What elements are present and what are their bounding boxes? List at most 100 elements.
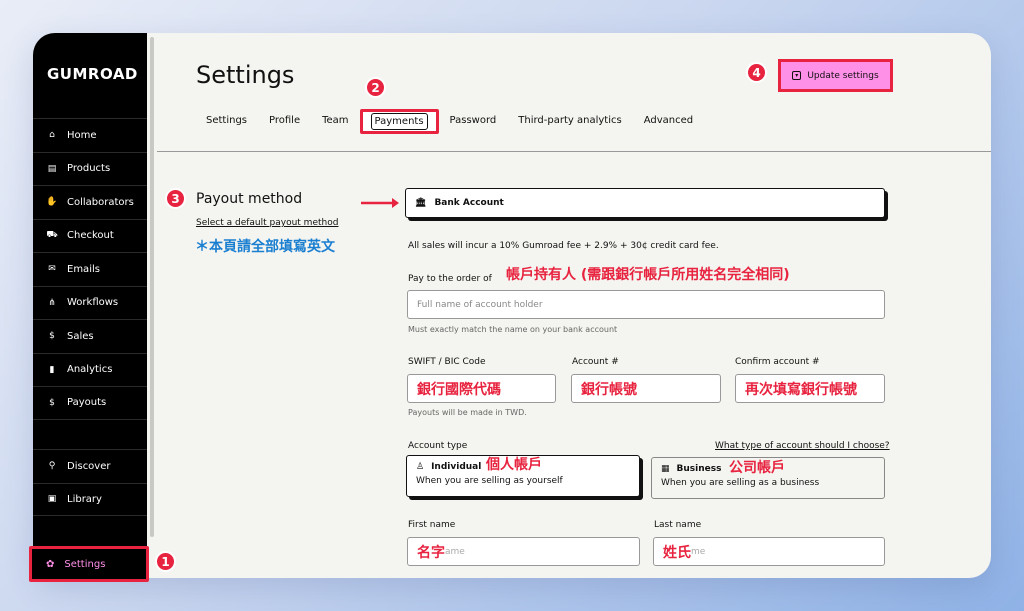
tab-settings[interactable]: Settings (195, 109, 258, 134)
step-badge-2: 2 (365, 77, 386, 98)
business-subtitle: When you are selling as a business (661, 478, 820, 488)
bank-icon: 🏛 (415, 198, 427, 208)
individual-subtitle: When you are selling as yourself (416, 476, 563, 486)
account-number-input[interactable]: 銀行帳號 (571, 374, 721, 403)
last-name-annotation: 姓氏 (663, 544, 691, 561)
sidebar-item-library[interactable]: ▣ Library (33, 482, 147, 516)
pay-to-label: Pay to the order of (408, 274, 492, 284)
handshake-icon: ✋ (46, 197, 58, 208)
account-holder-placeholder: Full name of account holder (417, 299, 543, 310)
step-badge-3: 3 (165, 188, 186, 209)
page-title: Settings (196, 61, 295, 89)
swift-input[interactable]: 銀行國際代碼 (407, 374, 556, 403)
account-holder-hint: Must exactly match the name on your bank… (408, 325, 618, 334)
account-type-label: Account type (408, 441, 468, 451)
sidebar-item-label: Payouts (67, 397, 107, 409)
sidebar-item-label: Sales (67, 330, 94, 342)
sidebar-item-payouts[interactable]: $ Payouts (33, 386, 147, 420)
sidebar-item-sales[interactable]: $ Sales (33, 319, 147, 353)
last-name-label: Last name (654, 520, 702, 530)
sidebar-item-workflows[interactable]: ⋔ Workflows (33, 285, 147, 320)
dollar-circle-icon: $ (49, 397, 55, 408)
tab-payments[interactable]: Payments (359, 109, 439, 134)
bank-account-label: Bank Account (434, 198, 504, 208)
bar-chart-icon: ▮ (49, 364, 55, 375)
sidebar-nav: ⌂ Home ▤ Products ✋ Collaborators ⛟ Chec… (33, 118, 147, 420)
scrollbar-thumb[interactable] (150, 37, 154, 537)
annotation-account-holder: 帳戶持有人 (需跟銀行帳戶所用姓名完全相同) (506, 267, 790, 283)
tab-advanced[interactable]: Advanced (633, 109, 704, 134)
update-settings-button[interactable]: ▾ Update settings (778, 59, 893, 92)
search-icon: ⚲ (48, 461, 56, 472)
flow-icon: ⋔ (48, 297, 56, 308)
sidebar-item-label: Analytics (67, 364, 113, 376)
annotation-fill-in-english: ＊本頁請全部填寫英文 (195, 239, 335, 255)
building-icon: ▦ (661, 464, 670, 474)
bank-account-option[interactable]: 🏛 Bank Account (405, 188, 885, 218)
account-number-label: Account # (572, 357, 619, 367)
tab-third-party-analytics[interactable]: Third-party analytics (507, 109, 632, 134)
sidebar-item-label: Products (67, 163, 111, 175)
fee-note: All sales will incur a 10% Gumroad fee +… (408, 241, 719, 251)
gear-icon: ✿ (46, 558, 55, 570)
sidebar-item-label: Collaborators (67, 196, 134, 208)
dollar-circle-icon: $ (49, 331, 55, 342)
last-name-placeholder: me (691, 546, 706, 557)
gumroad-logo[interactable]: GUMROAD (47, 65, 138, 83)
sidebar-item-label: Workflows (67, 297, 119, 309)
last-name-input[interactable]: 姓氏 me (653, 537, 885, 566)
sidebar-item-discover[interactable]: ⚲ Discover (33, 449, 147, 483)
sidebar-item-analytics[interactable]: ▮ Analytics (33, 352, 147, 387)
arrow-icon (361, 198, 399, 208)
header-divider (157, 151, 991, 152)
default-payout-link[interactable]: Select a default payout method (196, 218, 338, 228)
first-name-annotation: 名字 (417, 544, 445, 561)
payout-method-title: Payout method (196, 191, 303, 207)
update-settings-label: Update settings (807, 70, 879, 81)
sidebar-bottom-nav: ⚲ Discover ▣ Library (33, 449, 147, 516)
account-type-help-link[interactable]: What type of account should I choose? (715, 441, 890, 451)
sidebar-item-label: Emails (67, 263, 100, 275)
first-name-input[interactable]: 名字 ame (407, 537, 640, 566)
sidebar-item-label: Discover (67, 460, 111, 472)
sidebar-item-label: Checkout (67, 230, 114, 242)
archive-icon: ▤ (47, 163, 57, 174)
sidebar-item-checkout[interactable]: ⛟ Checkout (33, 218, 147, 253)
user-icon: ♙ (416, 462, 425, 472)
sidebar-item-label: Library (67, 493, 102, 505)
step-badge-1: 1 (155, 551, 176, 572)
settings-tabs: Settings Profile Team Payments Password … (195, 109, 704, 134)
confirm-account-input[interactable]: 再次填寫銀行帳號 (735, 374, 885, 403)
sidebar-item-label: Home (67, 129, 97, 141)
sidebar-item-products[interactable]: ▤ Products (33, 151, 147, 186)
save-icon: ▾ (792, 71, 802, 80)
swift-annotation: 銀行國際代碼 (417, 381, 501, 398)
sidebar-item-settings[interactable]: ✿ Settings (29, 546, 149, 582)
confirm-account-label: Confirm account # (735, 357, 820, 367)
cart-icon: ⛟ (46, 230, 58, 241)
sidebar-item-emails[interactable]: ✉ Emails (33, 252, 147, 286)
bookmark-icon: ▣ (47, 494, 57, 505)
annotation-individual: 個人帳戶 (486, 457, 542, 473)
tab-password[interactable]: Password (439, 109, 508, 134)
sidebar-item-home[interactable]: ⌂ Home (33, 118, 147, 152)
step-badge-4: 4 (746, 62, 767, 83)
confirm-account-annotation: 再次填寫銀行帳號 (745, 381, 857, 398)
app-window: GUMROAD ⌂ Home ▤ Products ✋ Collaborator… (33, 33, 991, 578)
first-name-label: First name (408, 520, 456, 530)
tab-team[interactable]: Team (311, 109, 359, 134)
account-holder-input[interactable]: Full name of account holder (407, 290, 885, 319)
individual-title: Individual (431, 462, 482, 472)
tab-payments-label: Payments (370, 113, 428, 130)
first-name-placeholder: ame (445, 546, 465, 557)
tab-profile[interactable]: Profile (258, 109, 311, 134)
sidebar-item-label: Settings (64, 558, 106, 570)
account-number-annotation: 銀行帳號 (581, 381, 637, 398)
sidebar: GUMROAD ⌂ Home ▤ Products ✋ Collaborator… (33, 33, 147, 578)
swift-label: SWIFT / BIC Code (408, 357, 486, 367)
annotation-business: 公司帳戶 (729, 460, 785, 476)
currency-hint: Payouts will be made in TWD. (408, 408, 527, 417)
main-content: Settings ▾ Update settings Settings Prof… (157, 33, 991, 578)
sidebar-scrollbar[interactable] (147, 33, 157, 578)
sidebar-item-collaborators[interactable]: ✋ Collaborators (33, 185, 147, 219)
